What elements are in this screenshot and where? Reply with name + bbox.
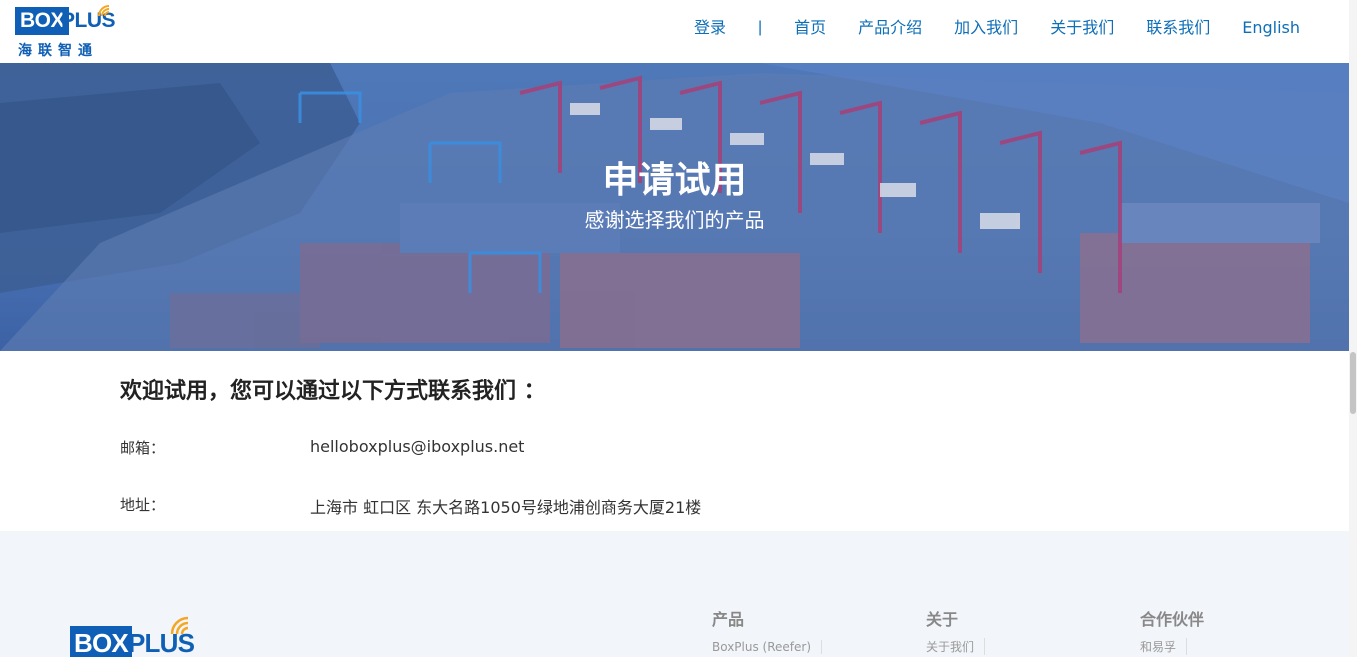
nav-products[interactable]: 产品介绍 [858,17,922,39]
footer-col-products: 产品 BoxPlus (Reefer) [712,606,823,656]
footer-col-title: 合作伙伴 [1140,610,1205,629]
scrollbar-thumb[interactable] [1350,352,1356,414]
footer-logo[interactable]: BOX PLUS [70,616,200,657]
address-label: 地址： [120,496,166,514]
main-nav: 登录 | 首页 产品介绍 加入我们 关于我们 联系我们 English [694,17,1300,39]
logo-chinese-text: 海联智通 [18,42,98,58]
footer-link-partner[interactable]: 和易孚 [1140,638,1188,655]
nav-about-us[interactable]: 关于我们 [1050,17,1114,39]
contact-section: 欢迎试用，您可以通过以下方式联系我们 ： 邮箱： helloboxplus@ib… [0,351,1349,531]
site-footer: BOX PLUS 产品 BoxPlus (Reefer) 关于 关于我们 合作伙… [0,531,1349,657]
footer-col-about: 关于 关于我们 [926,606,986,656]
email-label: 邮箱： [120,439,166,457]
nav-login[interactable]: 登录 [694,17,726,39]
footer-col-title: 产品 [712,610,745,629]
wifi-signal-icon [98,5,110,17]
site-header: BOX PLUS 海联智通 登录 | 首页 产品介绍 加入我们 关于我们 联系我… [0,0,1349,63]
page-scrollbar[interactable] [1349,0,1357,657]
footer-link-boxplus-reefer[interactable]: BoxPlus (Reefer) [712,640,823,654]
welcome-heading: 欢迎试用，您可以通过以下方式联系我们 ： [120,379,546,404]
nav-separator: | [757,19,763,36]
nav-join-us[interactable]: 加入我们 [954,17,1018,39]
footer-logo-box-text: BOX [70,626,132,657]
footer-col-title: 关于 [926,610,959,629]
wifi-signal-icon [170,616,189,635]
hero-banner: 申请试用 感谢选择我们的产品 [0,63,1349,351]
email-value[interactable]: helloboxplus@iboxplus.net [310,437,524,456]
footer-col-partners: 合作伙伴 和易孚 [1140,606,1204,656]
footer-link-about-us[interactable]: 关于我们 [926,638,986,655]
nav-home[interactable]: 首页 [794,17,826,39]
site-logo[interactable]: BOX PLUS 海联智通 [15,4,116,58]
banner-title: 申请试用 [602,160,747,201]
address-value: 上海市 虹口区 东大名路1050号绿地浦创商务大厦21楼 [310,498,702,517]
banner-subtitle: 感谢选择我们的产品 [584,208,765,232]
nav-contact-us[interactable]: 联系我们 [1146,17,1210,39]
nav-english[interactable]: English [1242,17,1300,39]
